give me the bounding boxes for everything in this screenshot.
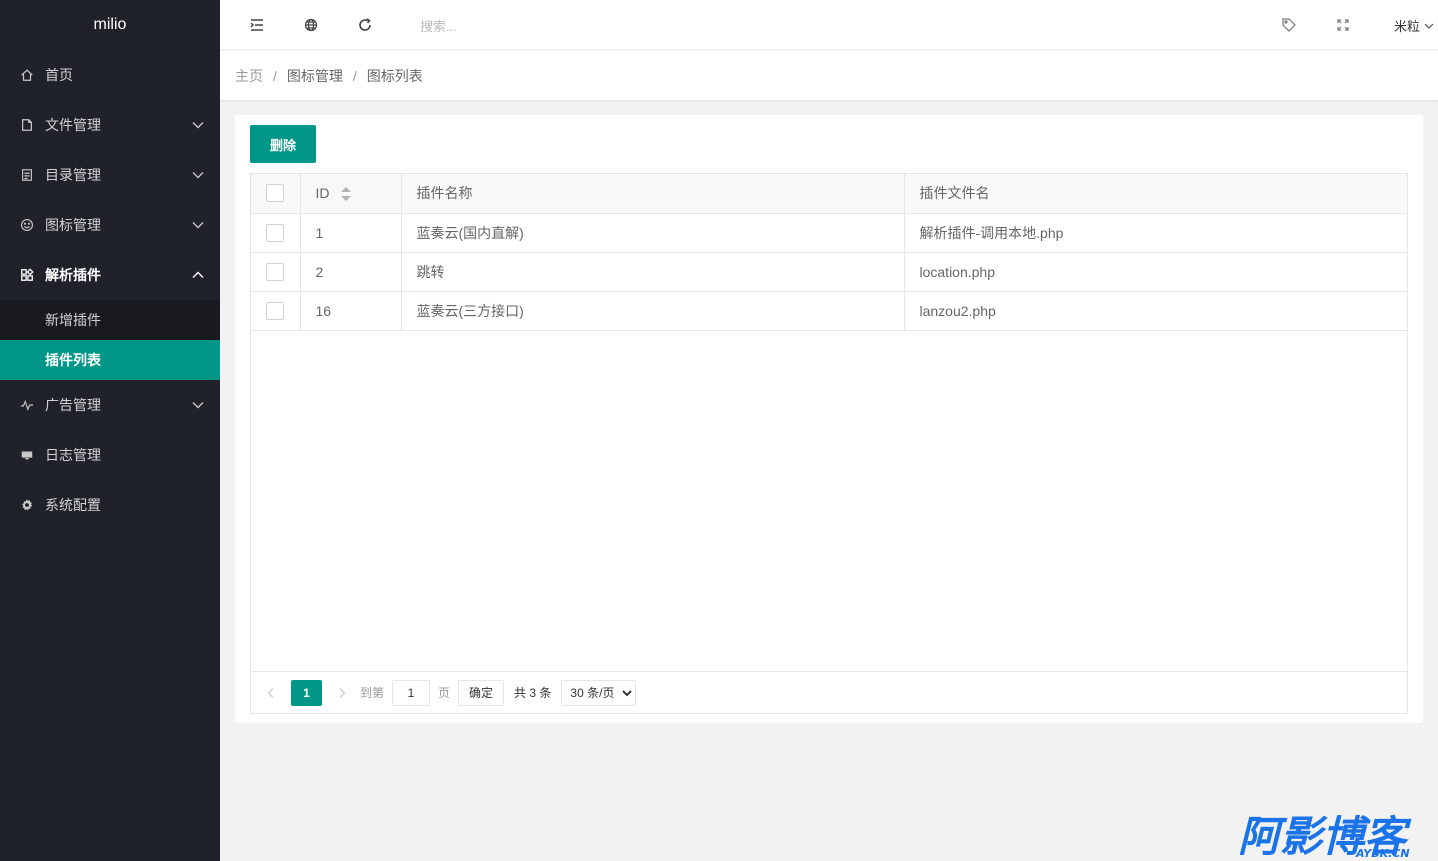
app-grid-icon — [20, 268, 34, 282]
chevron-down-icon — [192, 172, 204, 179]
breadcrumb-current: 图标列表 — [366, 67, 423, 84]
tag-icon[interactable] — [1281, 17, 1297, 33]
row-checkbox[interactable] — [266, 301, 285, 320]
cell-name: 蓝奏云(三方接口) — [401, 291, 905, 331]
row-checkbox-cell — [251, 252, 301, 292]
search-input[interactable] — [420, 17, 620, 35]
sidebar-item-label: 首页 — [45, 67, 73, 83]
cell-filename: 解析插件-调用本地.php — [904, 213, 1407, 253]
cell-name: 跳转 — [401, 252, 905, 292]
row-checkbox[interactable] — [266, 223, 285, 242]
breadcrumb: 主页 / 图标管理 / 图标列表 — [220, 51, 1438, 101]
next-page-icon[interactable] — [332, 683, 352, 703]
sidebar-item-label: 文件管理 — [45, 117, 101, 133]
cell-id: 16 — [300, 291, 402, 331]
confirm-page-button[interactable]: 确定 — [458, 679, 505, 706]
list-icon — [20, 168, 34, 182]
breadcrumb-home[interactable]: 主页 — [235, 66, 263, 86]
pulse-icon — [20, 398, 34, 412]
cell-id: 2 — [300, 252, 402, 292]
breadcrumb-separator: / — [352, 67, 357, 84]
top-header: 米粒 — [220, 0, 1438, 50]
cell-name: 蓝奏云(国内直解) — [401, 213, 905, 253]
globe-icon[interactable] — [303, 17, 319, 33]
column-header-filename: 插件文件名 — [904, 174, 1407, 214]
goto-label: 到第 — [360, 686, 385, 700]
sidebar-item-label: 解析插件 — [45, 267, 101, 283]
breadcrumb-section[interactable]: 图标管理 — [287, 66, 343, 86]
sidebar-item-system-config[interactable]: 系统配置 — [0, 480, 220, 530]
menu-toggle-icon[interactable] — [249, 17, 265, 33]
row-checkbox[interactable] — [266, 262, 285, 281]
plugin-table: ID 插件名称 插件文件名 1 蓝奏云(国内直解) 解析插件-调用本地.php … — [250, 173, 1408, 714]
monitor-icon — [20, 448, 34, 462]
table-row[interactable]: 16 蓝奏云(三方接口) lanzou2.php — [251, 291, 1407, 331]
sidebar-item-label: 系统配置 — [45, 497, 101, 513]
row-checkbox-cell — [251, 291, 301, 331]
cell-id: 1 — [300, 213, 402, 253]
data-table: ID 插件名称 插件文件名 1 蓝奏云(国内直解) 解析插件-调用本地.php … — [251, 174, 1407, 331]
chevron-down-icon — [192, 402, 204, 409]
column-header-id[interactable]: ID — [300, 174, 402, 214]
sidebar-item-file-management[interactable]: 文件管理 — [0, 100, 220, 150]
row-checkbox-cell — [251, 213, 301, 253]
watermark-subtext: AYBK.CN — [1355, 847, 1410, 859]
home-icon — [20, 68, 34, 82]
total-count: 共 3 条 — [514, 686, 552, 700]
chevron-down-icon — [192, 222, 204, 229]
sidebar-item-log-management[interactable]: 日志管理 — [0, 430, 220, 480]
chevron-down-icon — [1424, 23, 1434, 29]
cell-filename: lanzou2.php — [904, 291, 1407, 331]
select-all-checkbox[interactable] — [266, 184, 285, 203]
delete-button[interactable]: 删除 — [250, 125, 316, 163]
gear-icon — [20, 498, 34, 512]
pagination: 1 到第 页 确定 共 3 条 30 条/页 — [251, 671, 1407, 713]
app-logo[interactable]: milio — [0, 0, 220, 50]
table-header-row: ID 插件名称 插件文件名 — [251, 174, 1407, 214]
fullscreen-icon[interactable] — [1335, 17, 1351, 33]
page-size-select[interactable]: 30 条/页 — [561, 679, 637, 706]
column-header-name: 插件名称 — [401, 174, 905, 214]
header-checkbox-cell — [251, 174, 301, 214]
smile-icon — [20, 218, 34, 232]
refresh-icon[interactable] — [357, 17, 373, 33]
user-menu[interactable]: 米粒 — [1394, 16, 1434, 35]
username: 米粒 — [1393, 19, 1420, 34]
file-icon — [20, 118, 34, 132]
current-page[interactable]: 1 — [291, 679, 322, 706]
sidebar-item-label: 日志管理 — [45, 447, 101, 463]
sidebar-item-label: 图标管理 — [45, 217, 101, 233]
sidebar-subitem-plugin-list[interactable]: 插件列表 — [0, 340, 220, 380]
sidebar-subitem-add-plugin[interactable]: 新增插件 — [0, 300, 220, 340]
table-row[interactable]: 1 蓝奏云(国内直解) 解析插件-调用本地.php — [251, 213, 1407, 253]
sidebar-item-label: 广告管理 — [45, 397, 101, 413]
prev-page-icon[interactable] — [261, 683, 281, 703]
sidebar-item-home[interactable]: 首页 — [0, 50, 220, 100]
sidebar-item-ad-management[interactable]: 广告管理 — [0, 380, 220, 430]
sidebar: milio 首页 文件管理 目录管理 图标管理 解析插件 新增插件 插件列表 广… — [0, 0, 220, 861]
content-card: 删除 ID 插件名称 插件文件名 1 蓝奏云(国内直解) 解析插件-调用本地.p… — [235, 115, 1423, 723]
page-label: 页 — [438, 686, 451, 700]
sort-icon[interactable] — [341, 187, 352, 202]
chevron-down-icon — [192, 122, 204, 129]
sidebar-item-directory-management[interactable]: 目录管理 — [0, 150, 220, 200]
sidebar-item-icon-management[interactable]: 图标管理 — [0, 200, 220, 250]
sidebar-item-parse-plugins[interactable]: 解析插件 — [0, 250, 220, 300]
sidebar-item-label: 目录管理 — [45, 167, 101, 183]
chevron-up-icon — [192, 271, 204, 278]
watermark-logo: 阿影博客 AYBK.CN — [1238, 812, 1412, 859]
table-row[interactable]: 2 跳转 location.php — [251, 252, 1407, 292]
goto-page-input[interactable] — [392, 679, 431, 706]
sidebar-submenu: 新增插件 插件列表 — [0, 300, 220, 380]
breadcrumb-separator: / — [273, 67, 277, 84]
cell-filename: location.php — [904, 252, 1407, 292]
column-header-label: ID — [315, 185, 330, 202]
